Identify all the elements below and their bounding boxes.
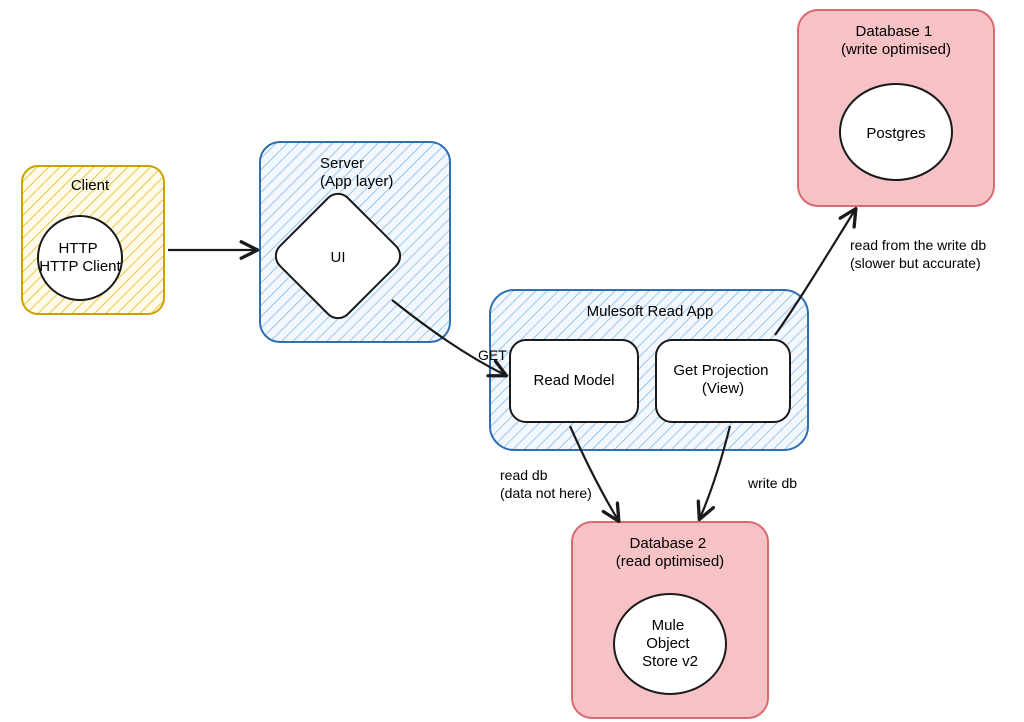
- read-model-label: Read Model: [534, 372, 615, 389]
- arrow-projection-to-db1: [775, 210, 855, 335]
- db1-subtitle: (write optimised): [841, 41, 951, 58]
- client-box: Client HTTP HTTP Client: [22, 166, 164, 314]
- db2-item-2: Object: [646, 635, 690, 652]
- edge-readdb-1: read db: [500, 467, 548, 483]
- db1-title: Database 1: [856, 23, 933, 40]
- db2-item-1: Mule: [652, 617, 685, 634]
- http-client-label: HTTP Client: [39, 258, 121, 275]
- svg-text:read from the write db (sl: read from the write db (slower but accur…: [850, 237, 990, 271]
- server-title: Server: [320, 155, 364, 172]
- svg-text:Client: Client: [71, 177, 110, 194]
- db2-item-3: Store v2: [642, 653, 698, 670]
- read-model-node: Read Model: [510, 340, 638, 422]
- get-projection-node: Get Projection (View): [656, 340, 790, 422]
- database-1-box: Database 1 (write optimised) Postgres: [798, 10, 994, 206]
- database-2-box: Database 2 (read optimised) Mule Object …: [572, 522, 768, 718]
- edge-db1-1: read from the write db: [850, 237, 986, 253]
- architecture-diagram: Client HTTP HTTP Client Server (App laye…: [0, 0, 1024, 722]
- edge-get-label: GET: [478, 347, 507, 363]
- projection-label-1: Get Projection: [673, 362, 768, 379]
- svg-text:read db (data not here): read db (data not here): [500, 467, 592, 501]
- db2-title: Database 2: [630, 535, 707, 552]
- edge-writedb: write db: [747, 475, 797, 491]
- db2-subtitle: (read optimised): [616, 553, 724, 570]
- edge-readdb-2: (data not here): [500, 485, 592, 501]
- server-box: Server (App layer) UI: [260, 142, 450, 342]
- projection-label-2: (View): [702, 380, 744, 397]
- read-app-title: Mulesoft Read App: [587, 303, 714, 320]
- postgres-label: Postgres: [866, 125, 925, 142]
- svg-text:Database 1 (write optimi: Database 1 (write optimised): [841, 23, 951, 58]
- client-title: Client: [71, 177, 110, 194]
- svg-text:Database 2 (read optimis: Database 2 (read optimised): [616, 535, 724, 570]
- edge-db1-2: (slower but accurate): [850, 255, 981, 271]
- mulesoft-read-app-box: Mulesoft Read App Read Model Get Project…: [490, 290, 808, 450]
- server-subtitle: (App layer): [320, 173, 393, 190]
- ui-label: UI: [331, 249, 346, 266]
